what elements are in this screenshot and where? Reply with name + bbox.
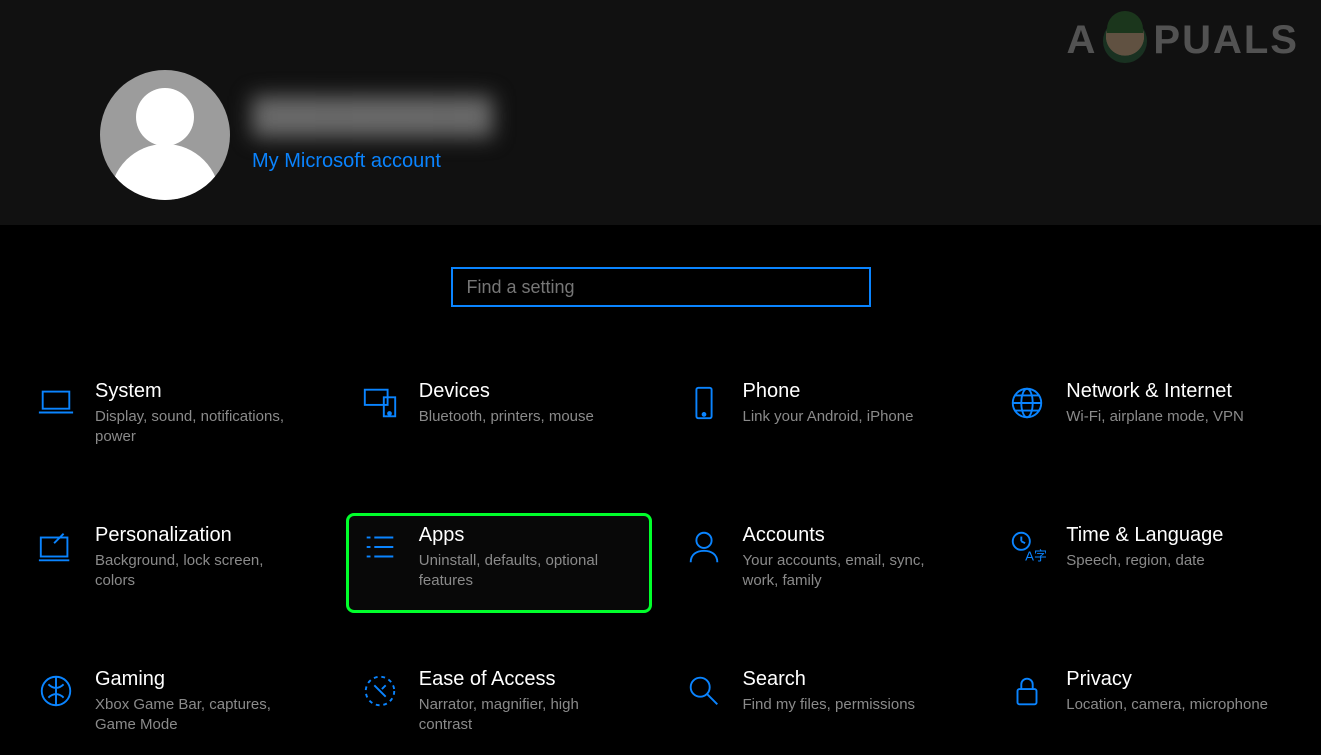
tile-title: Apps [419,524,629,547]
tile-text: System Display, sound, notifications, pow… [95,380,305,448]
tile-title: System [95,380,305,403]
tile-description: Your accounts, email, sync, work, family [743,551,953,592]
time-language-icon: A字 [1006,526,1048,568]
tile-title: Ease of Access [419,668,629,691]
settings-header: APUALS ██████████ My Microsoft account [0,0,1321,225]
tile-title: Time & Language [1066,524,1223,547]
logo-face-icon [1103,19,1147,63]
ease-of-access-icon [359,670,401,712]
tile-phone[interactable]: Phone Link your Android, iPhone [670,369,976,469]
phone-icon [683,382,725,424]
tile-text: Accounts Your accounts, email, sync, work… [743,524,953,592]
search-input[interactable] [465,276,839,299]
tile-description: Speech, region, date [1066,551,1223,571]
tile-personalization[interactable]: Personalization Background, lock screen, … [22,513,328,613]
devices-icon [359,382,401,424]
tile-title: Accounts [743,524,953,547]
tile-description: Background, lock screen, colors [95,551,305,592]
tile-description: Xbox Game Bar, captures, Game Mode [95,695,305,736]
tile-title: Phone [743,380,914,403]
tile-gaming[interactable]: Gaming Xbox Game Bar, captures, Game Mode [22,657,328,755]
tile-network[interactable]: Network & Internet Wi-Fi, airplane mode, … [993,369,1299,469]
search-wrapper [0,267,1321,307]
tile-ease[interactable]: Ease of Access Narrator, magnifier, high … [346,657,652,755]
account-text-block: ██████████ My Microsoft account [252,97,482,173]
tile-description: Find my files, permissions [743,695,916,715]
account-profile: ██████████ My Microsoft account [100,70,482,200]
tile-text: Gaming Xbox Game Bar, captures, Game Mode [95,668,305,736]
tile-title: Gaming [95,668,305,691]
svg-text:A字: A字 [1025,548,1046,563]
avatar[interactable] [100,70,230,200]
laptop-icon [35,382,77,424]
tile-title: Network & Internet [1066,380,1244,403]
search-icon [839,276,857,299]
tile-title: Privacy [1066,668,1268,691]
tile-system[interactable]: System Display, sound, notifications, pow… [22,369,328,469]
personalization-icon [35,526,77,568]
account-name-blurred: ██████████ [252,97,482,136]
globe-icon [1006,382,1048,424]
settings-grid: System Display, sound, notifications, pow… [22,369,1299,755]
tile-description: Display, sound, notifications, power [95,407,305,448]
tile-description: Link your Android, iPhone [743,407,914,427]
tile-search[interactable]: Search Find my files, permissions [670,657,976,755]
tile-title: Devices [419,380,594,403]
tile-description: Uninstall, defaults, optional features [419,551,629,592]
accounts-icon [683,526,725,568]
tile-description: Location, camera, microphone [1066,695,1268,715]
tile-accounts[interactable]: Accounts Your accounts, email, sync, work… [670,513,976,613]
tile-title: Personalization [95,524,305,547]
privacy-icon [1006,670,1048,712]
tile-text: Search Find my files, permissions [743,668,916,715]
tile-description: Bluetooth, printers, mouse [419,407,594,427]
tile-text: Time & Language Speech, region, date [1066,524,1223,571]
search-icon [683,670,725,712]
gaming-icon [35,670,77,712]
tile-text: Apps Uninstall, defaults, optional featur… [419,524,629,592]
search-box[interactable] [451,267,871,307]
tile-privacy[interactable]: Privacy Location, camera, microphone [993,657,1299,755]
apps-icon [359,526,401,568]
microsoft-account-link[interactable]: My Microsoft account [252,150,482,173]
tile-description: Wi-Fi, airplane mode, VPN [1066,407,1244,427]
watermark: APUALS [1067,18,1299,63]
tile-apps[interactable]: Apps Uninstall, defaults, optional featur… [346,513,652,613]
tile-text: Personalization Background, lock screen, … [95,524,305,592]
tile-text: Privacy Location, camera, microphone [1066,668,1268,715]
tile-title: Search [743,668,916,691]
tile-text: Ease of Access Narrator, magnifier, high … [419,668,629,736]
tile-text: Network & Internet Wi-Fi, airplane mode, … [1066,380,1244,427]
tile-time[interactable]: A字 Time & Language Speech, region, date [993,513,1299,613]
tile-description: Narrator, magnifier, high contrast [419,695,629,736]
tile-devices[interactable]: Devices Bluetooth, printers, mouse [346,369,652,469]
tile-text: Devices Bluetooth, printers, mouse [419,380,594,427]
watermark-tail: PUALS [1153,18,1299,63]
tile-text: Phone Link your Android, iPhone [743,380,914,427]
